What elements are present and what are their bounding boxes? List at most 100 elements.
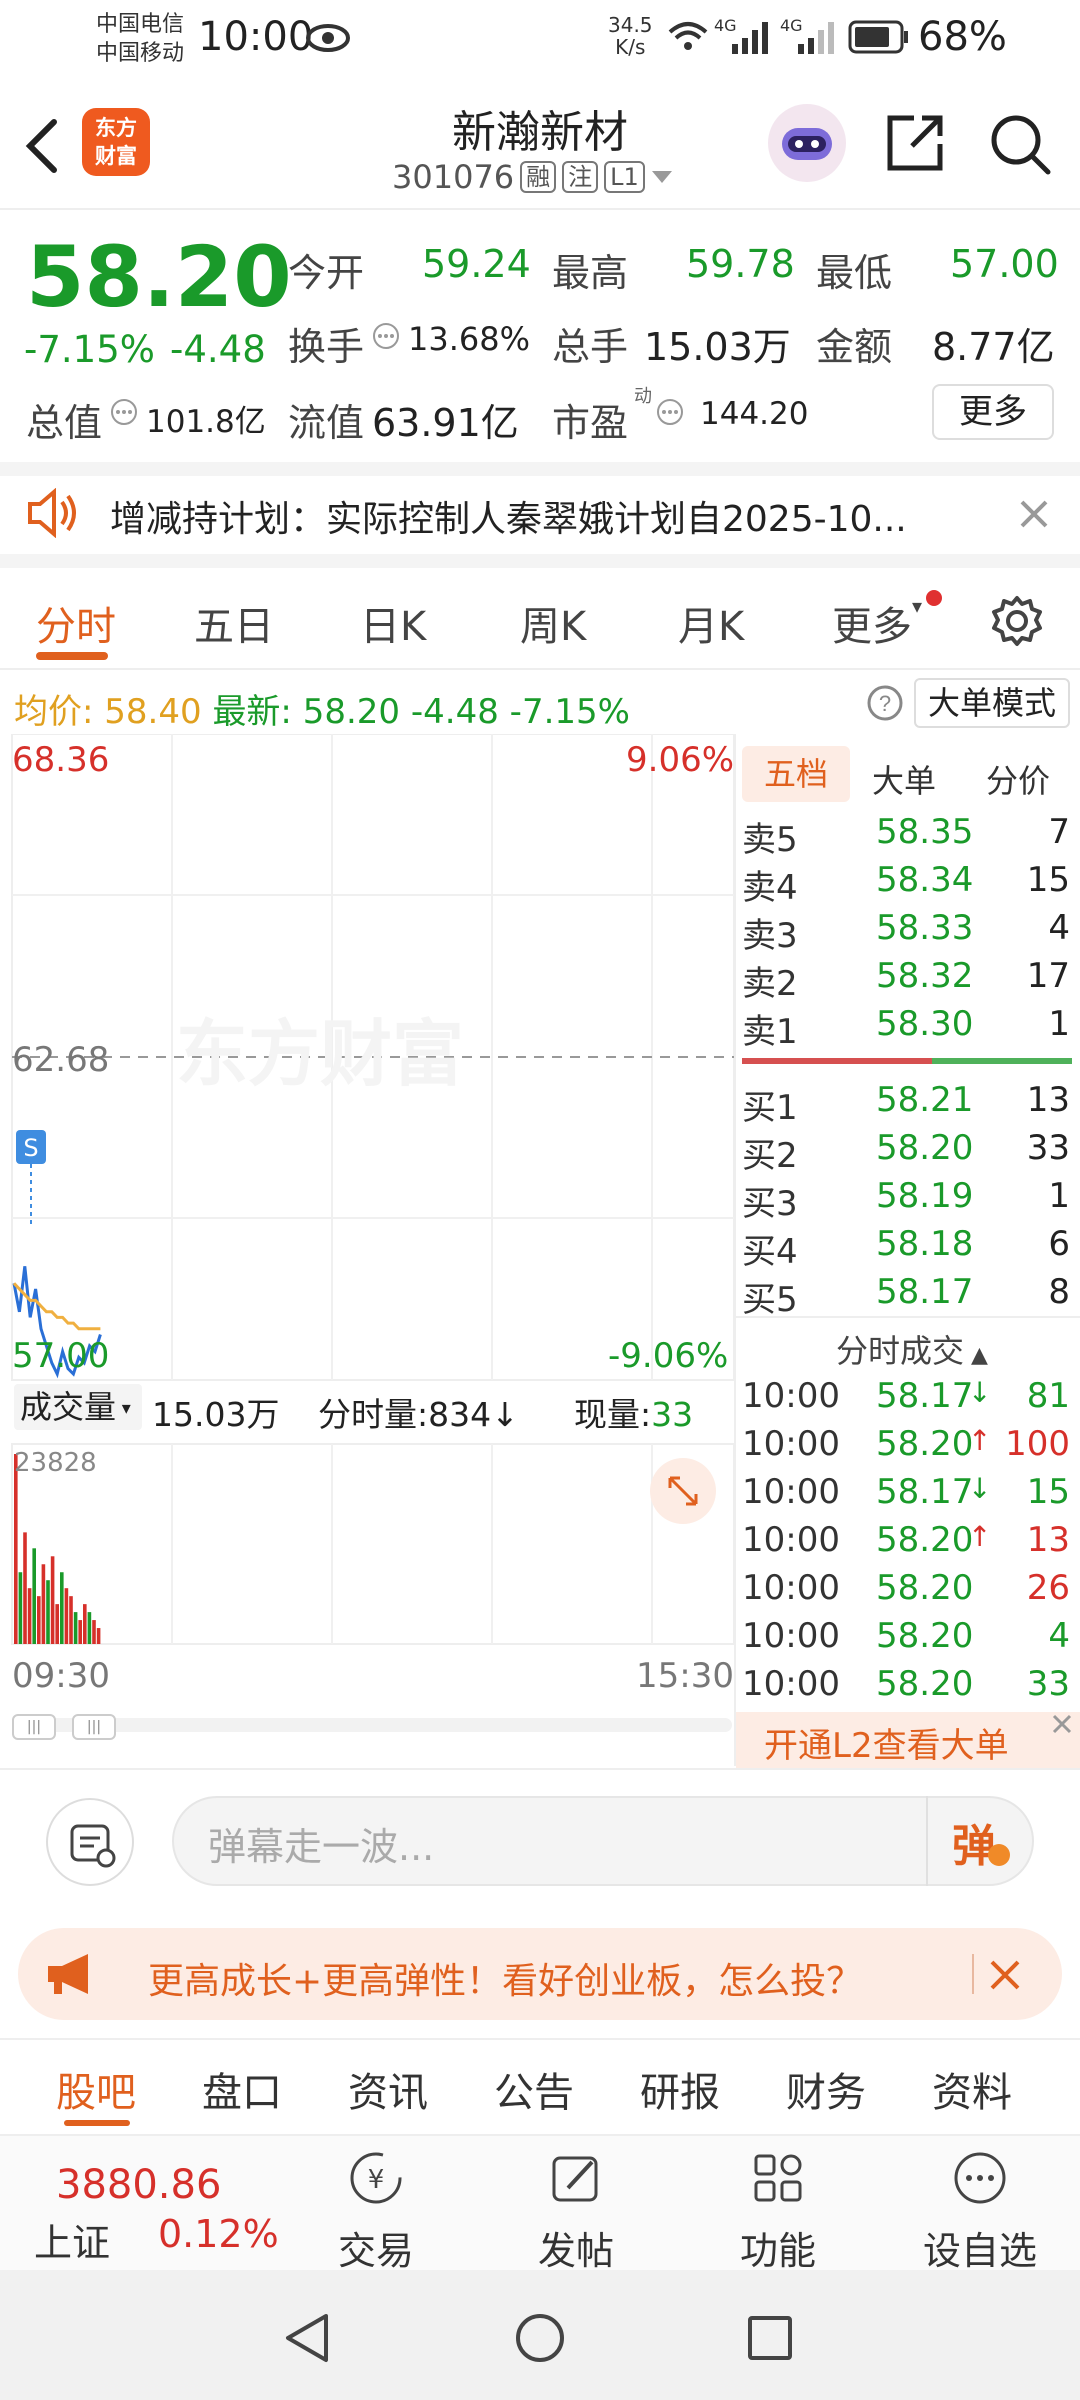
tick-price: 58.20 (876, 1664, 974, 1704)
tab-announcements[interactable]: 公告 (494, 2060, 574, 2118)
danmu-settings-button[interactable] (46, 1798, 134, 1886)
ticks-title[interactable]: 分时成交 ▲ (836, 1326, 988, 1372)
low-label: 最低 (816, 251, 893, 295)
bid-label: 买4 (742, 1232, 798, 1272)
ask-row[interactable]: 卖4 58.34 15 (742, 860, 1074, 908)
trade-icon[interactable]: ¥ (346, 2148, 406, 2208)
volume-selector[interactable]: 成交量 ▾ (14, 1384, 142, 1430)
carrier-labels: 中国电信 中国移动 (96, 10, 184, 68)
nav-recents-icon[interactable] (742, 2310, 798, 2366)
volume-value: 15.03万 (644, 325, 791, 369)
battery-icon (848, 20, 908, 54)
ask-row[interactable]: 卖1 58.30 1 (742, 1004, 1074, 1052)
tick-volume: 81 (1026, 1376, 1070, 1416)
add-watchlist-button[interactable]: 设自选 (906, 2220, 1054, 2275)
scroll-handle-left[interactable]: ||| (12, 1714, 56, 1740)
more-button[interactable]: 更多 (932, 384, 1054, 440)
tab-news[interactable]: 资讯 (348, 2060, 428, 2118)
tab-five-level[interactable]: 五档 (742, 746, 850, 802)
tick-row: 10:00 58.20 ↑ 13 (742, 1520, 1074, 1568)
tab-big-order[interactable]: 大单 (872, 756, 936, 802)
pe-value: 144.20 (700, 396, 809, 432)
grid-icon[interactable] (748, 2148, 808, 2208)
nav-home-icon[interactable] (512, 2310, 568, 2366)
volume-bar (23, 1532, 27, 1644)
margin-tag: 融 (520, 161, 557, 193)
pe-label: 市盈 (552, 401, 629, 445)
divider (736, 1316, 1080, 1318)
tab-five-day[interactable]: 五日 (194, 594, 274, 652)
bid-row[interactable]: 买1 58.21 13 (742, 1080, 1074, 1128)
compose-icon[interactable] (546, 2148, 606, 2208)
close-icon[interactable] (988, 1958, 1022, 1992)
assistant-avatar[interactable] (768, 104, 846, 182)
bid-row[interactable]: 买2 58.20 33 (742, 1128, 1074, 1176)
post-button[interactable]: 发帖 (516, 2220, 636, 2275)
bid-price: 58.19 (876, 1176, 974, 1216)
tab-pankou[interactable]: 盘口 (202, 2060, 282, 2118)
turnover-value: 13.68% (408, 320, 531, 358)
chart-scrollbar[interactable] (12, 1718, 732, 1732)
help-icon[interactable]: ? (866, 684, 904, 722)
ask-row[interactable]: 卖5 58.35 7 (742, 812, 1074, 860)
level-dropdown-icon[interactable] (651, 170, 673, 184)
search-icon[interactable] (988, 112, 1052, 176)
close-icon[interactable] (1048, 1710, 1076, 1738)
ask-label: 卖2 (742, 964, 798, 1004)
index-name[interactable]: 上证 (34, 2212, 110, 2267)
tick-row: 10:00 58.20 33 (742, 1664, 1074, 1712)
tab-daily-k[interactable]: 日K (360, 594, 426, 652)
turnover-label: 换手 (288, 325, 365, 369)
fullscreen-button[interactable] (650, 1458, 716, 1524)
volume-bar (83, 1604, 87, 1644)
intraday-chart[interactable]: 东方财富 S (0, 734, 736, 1754)
back-icon[interactable] (22, 116, 62, 176)
change-amount: -4.48 (170, 328, 266, 371)
bid-volume: 33 (1026, 1128, 1070, 1168)
current-volume-value: 33 (651, 1395, 694, 1434)
tab-research[interactable]: 研报 (640, 2060, 720, 2118)
speaker-icon (28, 488, 76, 538)
net-speed-unit: K/s (615, 35, 646, 59)
app-logo[interactable]: 东方 财富 (82, 108, 150, 176)
ask-price: 58.32 (876, 956, 974, 996)
ask-price: 58.34 (876, 860, 974, 900)
amount-value: 8.77亿 (932, 325, 1055, 369)
function-button[interactable]: 功能 (718, 2220, 838, 2275)
nav-back-icon[interactable] (280, 2310, 336, 2366)
bid-row[interactable]: 买4 58.18 6 (742, 1224, 1074, 1272)
info-dots-icon[interactable] (656, 398, 684, 426)
trade-button[interactable]: 交易 (316, 2220, 436, 2275)
tab-more[interactable]: 更多▾ (832, 594, 922, 652)
danmu-send-button[interactable]: 弹 (952, 1810, 996, 1874)
bid-row[interactable]: 买5 58.17 8 (742, 1272, 1074, 1320)
tab-finance[interactable]: 财务 (786, 2060, 866, 2118)
tab-intraday[interactable]: 分时 (36, 594, 116, 652)
ticks-title-label: 分时成交 (836, 1332, 965, 1370)
gear-icon[interactable] (990, 594, 1044, 648)
stock-code-row[interactable]: 301076 融 注 L1 (392, 158, 673, 196)
ask-row[interactable]: 卖2 58.32 17 (742, 956, 1074, 1004)
tab-guba[interactable]: 股吧 (56, 2060, 136, 2118)
tab-profile[interactable]: 资料 (932, 2060, 1012, 2118)
index-value[interactable]: 3880.86 (56, 2162, 221, 2208)
scroll-handle-right[interactable]: ||| (72, 1714, 116, 1740)
share-icon[interactable] (884, 112, 946, 174)
tick-row: 10:00 58.20 ↑ 100 (742, 1424, 1074, 1472)
volume-bar (78, 1620, 82, 1644)
tab-monthly-k[interactable]: 月K (678, 594, 744, 652)
bid-row[interactable]: 买3 58.19 1 (742, 1176, 1074, 1224)
tick-price: 58.17 (876, 1376, 974, 1416)
ask-row[interactable]: 卖3 58.33 4 (742, 908, 1074, 956)
tick-time: 10:00 (742, 1616, 840, 1656)
tab-weekly-k[interactable]: 周K (520, 594, 586, 652)
level-tag: L1 (604, 161, 645, 193)
volume-bar (92, 1620, 96, 1644)
signal-marker-label: S (23, 1134, 38, 1162)
info-dots-icon[interactable] (372, 322, 400, 350)
info-dots-icon[interactable] (110, 398, 138, 426)
big-order-mode-button[interactable]: 大单模式 (914, 678, 1070, 728)
more-dots-icon[interactable] (950, 2148, 1010, 2208)
tab-price-dist[interactable]: 分价 (986, 756, 1050, 802)
close-icon[interactable] (1018, 498, 1050, 530)
